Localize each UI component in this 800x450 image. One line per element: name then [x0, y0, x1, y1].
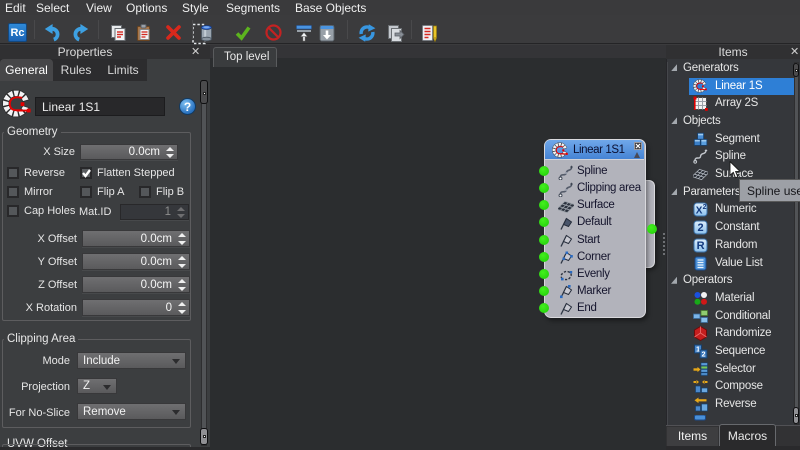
svg-text:2: 2	[698, 222, 704, 234]
svg-text:2: 2	[702, 352, 706, 359]
svg-text:2: 2	[703, 204, 707, 211]
svg-text:R: R	[697, 240, 705, 252]
